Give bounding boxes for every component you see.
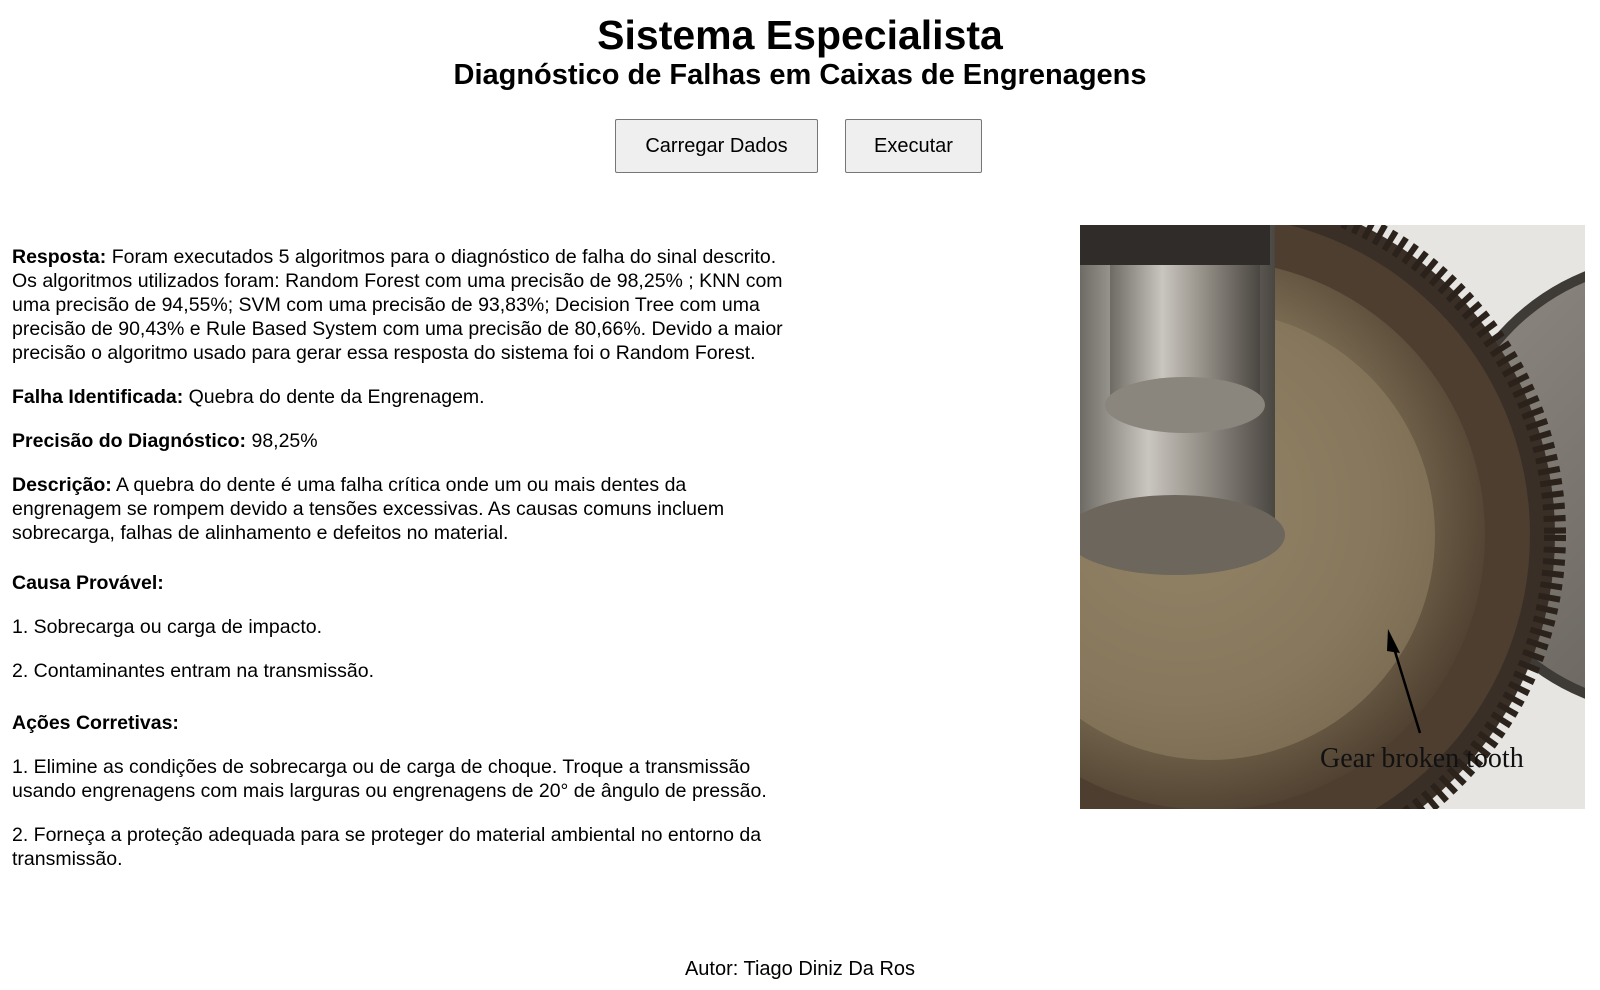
load-data-button[interactable]: Carregar Dados <box>615 119 818 173</box>
cause-item: 1. Sobrecarga ou carga de impacto. <box>12 616 323 638</box>
response-label: Resposta: <box>12 246 107 268</box>
run-button[interactable]: Executar <box>845 119 982 173</box>
gear-photo: Gear broken tooth <box>1080 225 1585 809</box>
causes-title: Causa Provável: <box>12 572 164 594</box>
action-item: 1. Elimine as condições de sobrecarga ou… <box>12 756 767 802</box>
precision-label: Precisão do Diagnóstico: <box>12 430 247 452</box>
action-item: 2. Forneça a proteção adequada para se p… <box>12 824 762 870</box>
fault-value: Quebra do dente da Engrenagem. <box>183 386 485 408</box>
diagnosis-result: Resposta: Foram executados 5 algoritmos … <box>12 245 787 891</box>
actions-title: Ações Corretivas: <box>12 712 179 734</box>
page-subtitle: Diagnóstico de Falhas em Caixas de Engre… <box>453 59 1147 91</box>
fault-label: Falha Identificada: <box>12 386 184 408</box>
page-title: Sistema Especialista <box>597 12 1003 58</box>
description-text: A quebra do dente é uma falha crítica on… <box>12 474 725 544</box>
response-paragraph: Resposta: Foram executados 5 algoritmos … <box>12 245 787 365</box>
precision-paragraph: Precisão do Diagnóstico: 98,25% <box>12 429 787 453</box>
description-paragraph: Descrição: A quebra do dente é uma falha… <box>12 473 787 545</box>
gear-illustration <box>1080 225 1585 809</box>
precision-value: 98,25% <box>246 430 318 452</box>
description-label: Descrição: <box>12 474 112 496</box>
response-text: Foram executados 5 algoritmos para o dia… <box>12 246 783 364</box>
fault-paragraph: Falha Identificada: Quebra do dente da E… <box>12 385 787 409</box>
cause-item: 2. Contaminantes entram na transmissão. <box>12 660 375 682</box>
photo-caption: Gear broken tooth <box>1320 743 1524 774</box>
author-footer: Autor: Tiago Diniz Da Ros <box>684 958 916 980</box>
